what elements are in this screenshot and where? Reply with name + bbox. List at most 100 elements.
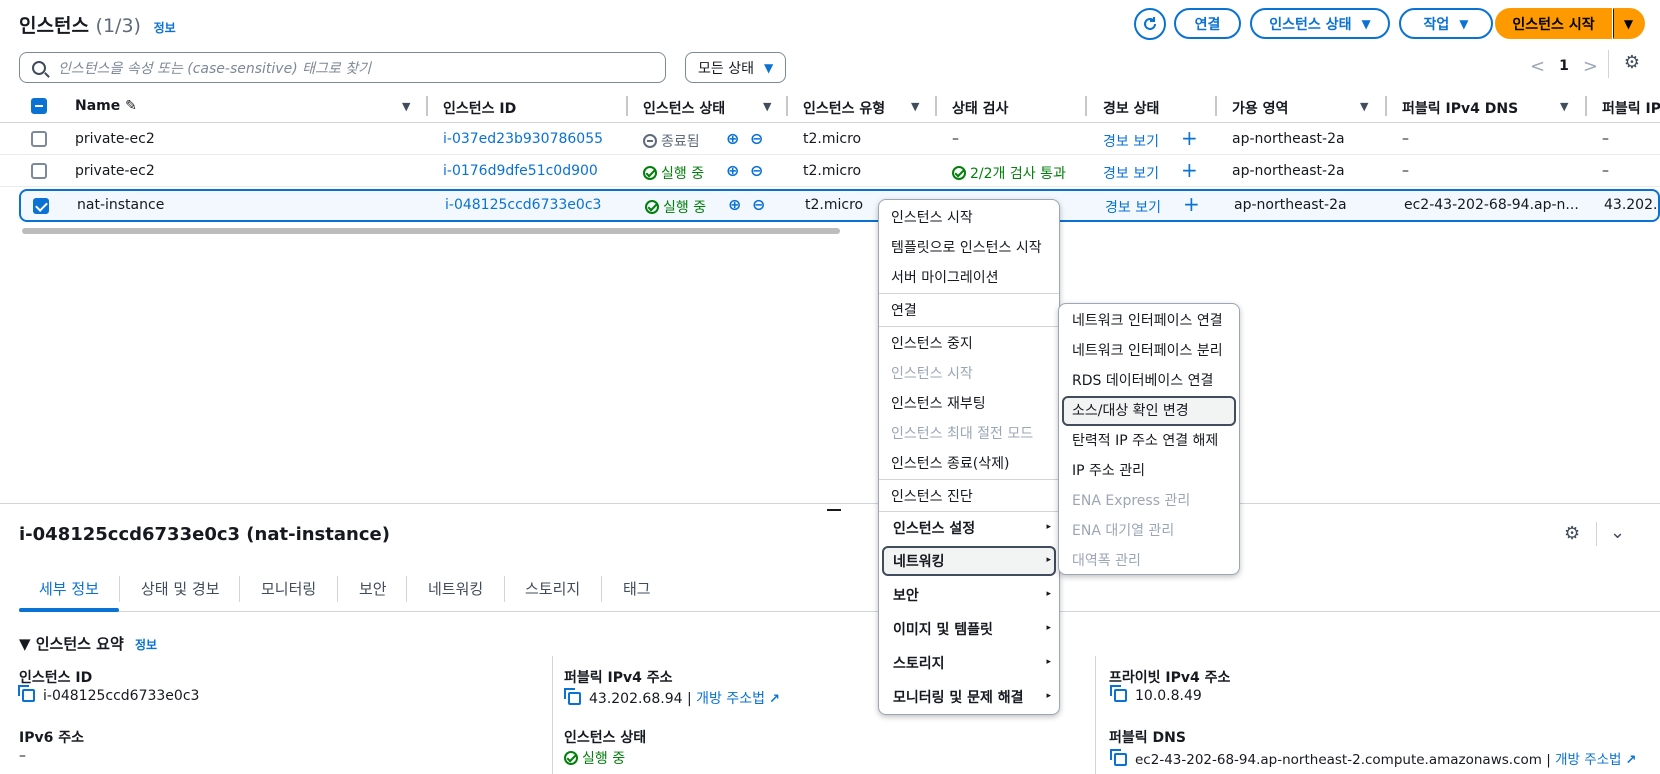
search-icon [32, 60, 46, 75]
submenu-connect-rds[interactable]: RDS 데이터베이스 연결 [1072, 370, 1213, 390]
menu-item-terminate-instance[interactable]: 인스턴스 종료(삭제) [891, 453, 1009, 473]
menu-item-stop-instance[interactable]: 인스턴스 중지 [891, 333, 973, 353]
launch-dropdown-button[interactable]: ▼ [1613, 8, 1645, 39]
connect-button[interactable]: 연결 [1174, 8, 1241, 39]
open-address-link[interactable]: 개방 주소법 [1555, 752, 1621, 768]
zoom-out-icon[interactable]: ⊖ [750, 161, 763, 180]
add-alarm-icon[interactable]: + [1183, 192, 1200, 216]
column-divider[interactable] [426, 96, 428, 116]
row-checkbox[interactable] [33, 198, 49, 214]
copy-icon[interactable] [1110, 685, 1127, 702]
col-status-check[interactable]: 상태 검사 [952, 98, 1008, 118]
sort-caret-icon[interactable]: ▼ [1560, 100, 1568, 113]
tab-security[interactable]: 보안 [359, 578, 387, 599]
tab-status-alarms[interactable]: 상태 및 경보 [141, 578, 220, 599]
horizontal-scrollbar[interactable] [22, 228, 840, 234]
table-row[interactable]: private-ec2 i-0176d9dfe51c0d900 실행 중 ⊕ ⊖… [0, 156, 1660, 187]
row-checkbox[interactable] [31, 163, 47, 179]
column-divider[interactable] [935, 96, 937, 116]
col-instance-type[interactable]: 인스턴스 유형 [803, 98, 885, 118]
menu-item-monitoring-troubleshoot[interactable]: 모니터링 및 문제 해결 [893, 687, 1024, 707]
next-page-button[interactable]: > [1583, 56, 1598, 77]
menu-item-diagnose[interactable]: 인스턴스 진단 [891, 486, 973, 506]
sort-caret-icon[interactable]: ▼ [402, 100, 410, 113]
add-alarm-icon[interactable]: + [1181, 158, 1198, 182]
submenu-manage-ip-addresses[interactable]: IP 주소 관리 [1072, 460, 1145, 480]
table-row[interactable]: private-ec2 i-037ed23b930786055 종료됨 ⊕ ⊖ … [0, 124, 1660, 155]
chevron-down-icon[interactable]: ⌄ [1610, 522, 1625, 543]
menu-item-reboot-instance[interactable]: 인스턴스 재부팅 [891, 393, 986, 413]
instance-state-button[interactable]: 인스턴스 상태 ▼ [1250, 8, 1390, 39]
current-page[interactable]: 1 [1559, 58, 1569, 74]
table-row-selected[interactable]: nat-instance i-048125ccd6733e0c3 실행 중 ⊕ … [19, 189, 1660, 222]
column-divider[interactable] [1085, 96, 1087, 116]
column-divider[interactable] [1215, 96, 1217, 116]
public-ipv4-label: 퍼블릭 IPv4 주소 [564, 670, 673, 686]
menu-item-storage[interactable]: 스토리지 [893, 653, 945, 673]
zoom-in-icon[interactable]: ⊕ [726, 129, 739, 148]
menu-item-images-templates[interactable]: 이미지 및 템플릿 [893, 619, 993, 639]
tab-networking[interactable]: 네트워킹 [428, 578, 483, 599]
col-availability-zone[interactable]: 가용 영역 [1232, 98, 1288, 118]
gear-icon[interactable]: ⚙ [1620, 52, 1644, 76]
gear-icon[interactable]: ⚙ [1564, 523, 1580, 544]
menu-item-connect[interactable]: 연결 [891, 300, 917, 320]
instance-summary-header[interactable]: ▼ 인스턴스 요약 정보 [19, 633, 157, 654]
status-filter-select[interactable]: 모든 상태 ▼ [685, 52, 786, 83]
column-divider[interactable] [1385, 96, 1387, 116]
resize-handle[interactable] [827, 509, 841, 511]
menu-item-security[interactable]: 보안 [893, 585, 919, 605]
copy-icon[interactable] [1110, 749, 1127, 766]
submenu-attach-network-interface[interactable]: 네트워크 인터페이스 연결 [1072, 310, 1223, 330]
column-divider[interactable] [1585, 96, 1587, 116]
col-public-ip[interactable]: 퍼블릭 IP [1602, 98, 1660, 118]
info-link[interactable]: 정보 [135, 638, 157, 652]
refresh-button[interactable] [1134, 8, 1166, 40]
zoom-out-icon[interactable]: ⊖ [752, 195, 765, 214]
info-link[interactable]: 정보 [154, 21, 176, 35]
instance-id-link[interactable]: i-048125ccd6733e0c3 [445, 197, 601, 213]
prev-page-button[interactable]: < [1530, 56, 1545, 77]
menu-item-networking[interactable]: 네트워킹 [893, 551, 945, 571]
row-checkbox[interactable] [31, 131, 47, 147]
zoom-in-icon[interactable]: ⊕ [728, 195, 741, 214]
copy-icon[interactable] [564, 688, 581, 705]
sort-caret-icon[interactable]: ▼ [1360, 100, 1368, 113]
menu-item-instance-settings[interactable]: 인스턴스 설정 [893, 518, 975, 538]
submenu-change-source-dest-check[interactable]: 소스/대상 확인 변경 [1072, 400, 1189, 420]
submenu-detach-network-interface[interactable]: 네트워크 인터페이스 분리 [1072, 340, 1223, 360]
sort-caret-icon[interactable]: ▼ [911, 100, 919, 113]
search-input[interactable]: 인스턴스을 속성 또는 (case-sensitive) 태그로 찾기 [19, 52, 666, 83]
view-alarms-link[interactable]: 경보 보기 [1103, 163, 1159, 183]
external-link-icon: ↗ [1625, 753, 1637, 768]
zoom-in-icon[interactable]: ⊕ [726, 161, 739, 180]
col-alarm-status[interactable]: 경보 상태 [1103, 98, 1159, 118]
cell-state: 종료됨 [643, 131, 700, 151]
sort-caret-icon[interactable]: ▼ [763, 100, 771, 113]
instance-id-link[interactable]: i-0176d9dfe51c0d900 [443, 163, 598, 179]
menu-item-server-migration[interactable]: 서버 마이그레이션 [891, 267, 999, 287]
open-address-link[interactable]: 개방 주소법 [696, 691, 765, 707]
col-instance-id[interactable]: 인스턴스 ID [443, 98, 516, 118]
actions-button[interactable]: 작업 ▼ [1399, 8, 1493, 39]
col-name[interactable]: Name ✎ [75, 98, 137, 114]
launch-instance-button[interactable]: 인스턴스 시작 [1495, 8, 1612, 39]
submenu-disassociate-elastic-ip[interactable]: 탄력적 IP 주소 연결 해제 [1072, 430, 1218, 450]
column-divider[interactable] [626, 96, 628, 116]
select-all-checkbox[interactable] [31, 98, 47, 114]
col-instance-state[interactable]: 인스턴스 상태 [643, 98, 725, 118]
col-public-dns[interactable]: 퍼블릭 IPv4 DNS [1402, 98, 1518, 118]
add-alarm-icon[interactable]: + [1181, 126, 1198, 150]
zoom-out-icon[interactable]: ⊖ [750, 129, 763, 148]
view-alarms-link[interactable]: 경보 보기 [1103, 131, 1159, 151]
copy-icon[interactable] [18, 685, 35, 702]
view-alarms-link[interactable]: 경보 보기 [1105, 197, 1161, 217]
tab-tags[interactable]: 태그 [623, 578, 651, 599]
menu-item-launch-instance[interactable]: 인스턴스 시작 [891, 207, 973, 227]
menu-item-launch-from-template[interactable]: 템플릿으로 인스턴스 시작 [891, 237, 1042, 257]
tab-storage[interactable]: 스토리지 [525, 578, 580, 599]
column-divider[interactable] [786, 96, 788, 116]
instance-id-link[interactable]: i-037ed23b930786055 [443, 131, 603, 147]
tab-details[interactable]: 세부 정보 [39, 578, 99, 599]
tab-monitoring[interactable]: 모니터링 [261, 578, 316, 599]
